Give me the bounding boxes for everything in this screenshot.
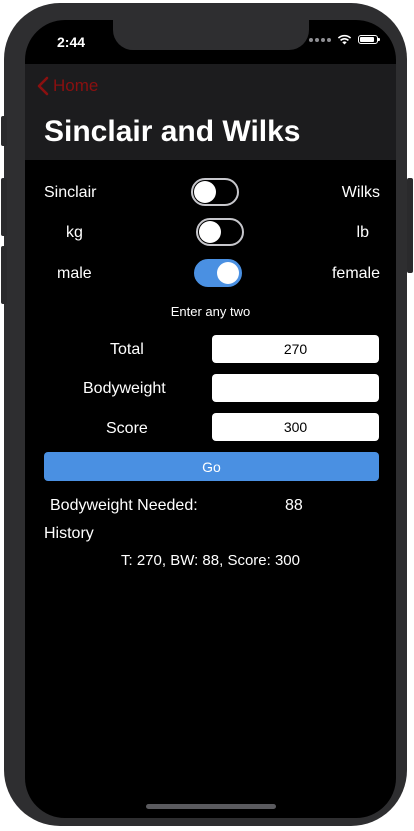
- unit-left-label: kg: [66, 224, 83, 241]
- back-button[interactable]: Home: [37, 76, 98, 96]
- history-label: History: [44, 525, 94, 542]
- volume-up-button: [1, 178, 7, 236]
- score-label: Score: [106, 420, 148, 437]
- bodyweight-label: Bodyweight: [83, 380, 166, 397]
- unit-toggle[interactable]: [196, 218, 244, 246]
- unit-right-label: lb: [356, 224, 369, 241]
- history-entry: T: 270, BW: 88, Score: 300: [121, 552, 300, 569]
- toggle-knob: [199, 221, 221, 243]
- total-label: Total: [110, 341, 144, 358]
- result-value: 88: [285, 497, 303, 514]
- chevron-left-icon: [37, 76, 49, 96]
- device-frame: 2:44 Home Sinclair and Wilks Sinclair Wi…: [4, 3, 407, 826]
- screen: 2:44 Home Sinclair and Wilks Sinclair Wi…: [25, 20, 396, 818]
- sex-right-label: female: [331, 265, 380, 282]
- wifi-icon: [337, 34, 352, 45]
- power-button: [407, 178, 413, 273]
- notch: [113, 20, 309, 50]
- home-indicator[interactable]: [146, 804, 276, 809]
- result-label: Bodyweight Needed:: [50, 497, 198, 514]
- formula-toggle[interactable]: [191, 178, 239, 206]
- page-title: Sinclair and Wilks: [44, 115, 301, 148]
- toggle-knob: [194, 181, 216, 203]
- status-time: 2:44: [57, 34, 86, 50]
- total-input[interactable]: [212, 335, 379, 363]
- bodyweight-input[interactable]: [212, 374, 379, 402]
- formula-right-label: Wilks: [341, 184, 380, 201]
- battery-icon: [358, 35, 380, 44]
- back-label: Home: [53, 76, 99, 95]
- hint-text: Enter any two: [170, 304, 251, 319]
- sex-toggle[interactable]: [194, 259, 242, 287]
- go-button[interactable]: Go: [44, 452, 379, 481]
- status-icons: [309, 34, 380, 45]
- toggle-knob: [217, 262, 239, 284]
- volume-down-button: [1, 246, 7, 304]
- score-input[interactable]: [212, 413, 379, 441]
- sex-left-label: male: [57, 265, 92, 282]
- navigation-bar: Home Sinclair and Wilks: [25, 64, 396, 160]
- signal-icon: [309, 37, 331, 42]
- mute-switch: [1, 116, 7, 146]
- formula-left-label: Sinclair: [44, 184, 97, 201]
